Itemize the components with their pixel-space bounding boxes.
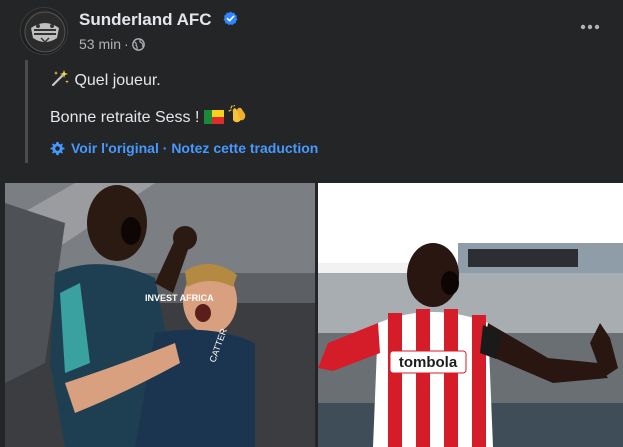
club-crest-icon (24, 11, 66, 53)
post-photo-left[interactable]: INVEST AFRICA CATTER (5, 183, 315, 447)
more-options-button[interactable] (572, 9, 608, 45)
clapping-hands-emoji (228, 105, 246, 123)
shirt-sponsor-text-left: INVEST AFRICA (145, 293, 214, 303)
more-options-icon (580, 24, 600, 30)
player-celebration-photo-right: tombola (318, 183, 623, 447)
post-photo-right[interactable]: tombola (318, 183, 623, 447)
rate-translation-link[interactable]: Notez cette traduction (171, 140, 318, 156)
post-text-1: Quel joueur. (74, 72, 161, 89)
globe-icon[interactable] (131, 38, 145, 51)
player-celebration-photo-left: INVEST AFRICA CATTER (5, 183, 315, 447)
post-header: Sunderland AFC 53 min · (20, 7, 615, 55)
verified-badge-icon (223, 11, 238, 26)
post-text-line-2: Bonne retraite Sess ! (50, 105, 248, 127)
post-meta: 53 min · (79, 36, 145, 52)
page-avatar[interactable] (20, 7, 68, 55)
shirt-sponsor-text-right: tombola (399, 354, 458, 371)
page-name-link[interactable]: Sunderland AFC (79, 10, 212, 30)
translation-quote-bar (25, 60, 28, 163)
meta-separator: · (124, 36, 129, 52)
benin-flag-emoji (203, 110, 224, 124)
see-original-link[interactable]: Voir l'original (71, 140, 159, 156)
post-text-2: Bonne retraite Sess ! (50, 109, 200, 126)
gear-icon (50, 141, 65, 156)
post-timestamp[interactable]: 53 min (79, 36, 121, 52)
translation-links: Voir l'original · Notez cette traduction (50, 140, 318, 156)
post-text-line-1: Quel joueur. (50, 68, 161, 90)
translate-separator: · (162, 140, 168, 156)
sparkles-wand-emoji (51, 70, 69, 87)
